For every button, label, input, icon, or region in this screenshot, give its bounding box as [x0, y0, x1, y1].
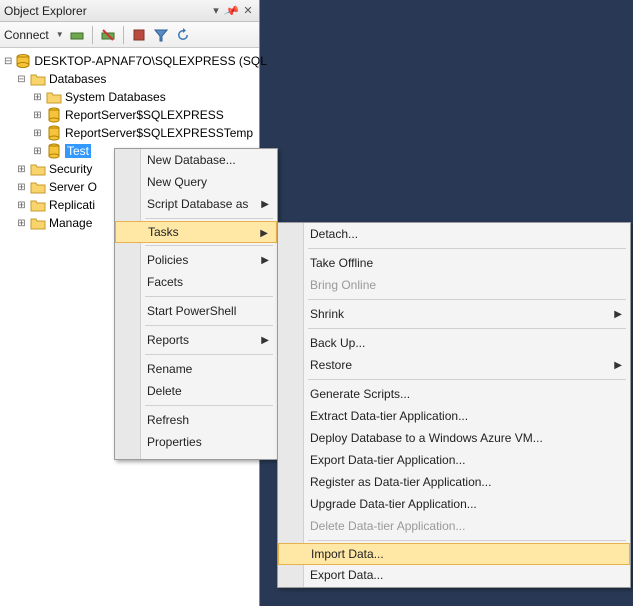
menu-separator	[308, 299, 626, 300]
folder-icon	[30, 179, 46, 195]
submenu-arrow-icon: ▶	[261, 199, 269, 210]
expand-icon[interactable]: ⊞	[32, 146, 43, 157]
database-icon	[46, 143, 62, 159]
connect-button[interactable]: Connect	[4, 28, 51, 42]
menu-backup[interactable]: Back Up...	[278, 332, 630, 354]
expand-icon[interactable]: ⊞	[16, 200, 27, 211]
menu-rename[interactable]: Rename	[115, 358, 277, 380]
expand-icon[interactable]: ⊞	[16, 218, 27, 229]
submenu-arrow-icon: ▶	[614, 309, 622, 320]
expand-icon[interactable]: ⊞	[16, 164, 27, 175]
menu-import-data[interactable]: Import Data...	[278, 543, 630, 565]
menu-script-database[interactable]: Script Database as▶	[115, 193, 277, 215]
menu-policies[interactable]: Policies▶	[115, 249, 277, 271]
menu-register-dta[interactable]: Register as Data-tier Application...	[278, 471, 630, 493]
menu-separator	[308, 540, 626, 541]
management-label: Manage	[49, 216, 92, 230]
server-label: DESKTOP-APNAF7O\SQLEXPRESS (SQL	[34, 54, 267, 68]
menu-extract-dta[interactable]: Extract Data-tier Application...	[278, 405, 630, 427]
tree-server[interactable]: ⊟ DESKTOP-APNAF7O\SQLEXPRESS (SQL	[4, 52, 259, 70]
databases-label: Databases	[49, 72, 106, 86]
disconnect-icon[interactable]	[99, 26, 117, 44]
folder-icon	[30, 161, 46, 177]
menu-separator	[145, 296, 273, 297]
context-menu-tasks: Detach... Take Offline Bring Online Shri…	[277, 222, 631, 588]
expand-icon[interactable]: ⊞	[32, 128, 43, 139]
submenu-arrow-icon: ▶	[261, 255, 269, 266]
test-db-label: Test	[65, 144, 91, 158]
menu-export-data[interactable]: Export Data...	[278, 564, 630, 586]
tree-reportserver[interactable]: ⊞ ReportServer$SQLEXPRESS	[4, 106, 259, 124]
pin-icon[interactable]: 📌	[223, 2, 241, 20]
connect-dropdown-icon[interactable]: ▼	[56, 30, 64, 39]
submenu-arrow-icon: ▶	[261, 335, 269, 346]
tree-databases[interactable]: ⊟ Databases	[4, 70, 259, 88]
dropdown-icon[interactable]: ▾	[209, 4, 223, 18]
menu-facets[interactable]: Facets	[115, 271, 277, 293]
submenu-arrow-icon: ▶	[260, 228, 268, 239]
server-icon	[15, 53, 31, 69]
submenu-arrow-icon: ▶	[614, 360, 622, 371]
folder-icon	[30, 71, 46, 87]
panel-title: Object Explorer	[4, 4, 207, 18]
collapse-icon[interactable]: ⊟	[4, 56, 12, 67]
expand-icon[interactable]: ⊞	[16, 182, 27, 193]
menu-reports[interactable]: Reports▶	[115, 329, 277, 351]
tree-reportserver-temp[interactable]: ⊞ ReportServer$SQLEXPRESSTemp	[4, 124, 259, 142]
menu-separator	[145, 354, 273, 355]
menu-separator	[145, 405, 273, 406]
menu-separator	[145, 218, 273, 219]
server-objects-label: Server O	[49, 180, 97, 194]
database-icon	[46, 125, 62, 141]
menu-new-database[interactable]: New Database...	[115, 149, 277, 171]
toolbar: Connect ▼	[0, 22, 259, 48]
menu-export-dta[interactable]: Export Data-tier Application...	[278, 449, 630, 471]
expand-icon[interactable]: ⊞	[32, 92, 43, 103]
menu-bring-online: Bring Online	[278, 274, 630, 296]
menu-separator	[145, 325, 273, 326]
menu-separator	[308, 328, 626, 329]
reportserver-label: ReportServer$SQLEXPRESS	[65, 108, 224, 122]
menu-tasks[interactable]: Tasks▶	[115, 221, 277, 243]
collapse-icon[interactable]: ⊟	[16, 74, 27, 85]
stop-icon[interactable]	[130, 26, 148, 44]
folder-icon	[46, 89, 62, 105]
context-menu-database: New Database... New Query Script Databas…	[114, 148, 278, 460]
refresh-icon[interactable]	[174, 26, 192, 44]
menu-deploy-azure[interactable]: Deploy Database to a Windows Azure VM...	[278, 427, 630, 449]
menu-refresh[interactable]: Refresh	[115, 409, 277, 431]
menu-shrink[interactable]: Shrink▶	[278, 303, 630, 325]
expand-icon[interactable]: ⊞	[32, 110, 43, 121]
menu-detach[interactable]: Detach...	[278, 223, 630, 245]
menu-separator	[308, 379, 626, 380]
connect-icon[interactable]	[68, 26, 86, 44]
menu-restore[interactable]: Restore▶	[278, 354, 630, 376]
replication-label: Replicati	[49, 198, 95, 212]
menu-new-query[interactable]: New Query	[115, 171, 277, 193]
folder-icon	[30, 197, 46, 213]
menu-start-powershell[interactable]: Start PowerShell	[115, 300, 277, 322]
reportserver-temp-label: ReportServer$SQLEXPRESSTemp	[65, 126, 253, 140]
tree-system-databases[interactable]: ⊞ System Databases	[4, 88, 259, 106]
menu-delete[interactable]: Delete	[115, 380, 277, 402]
menu-delete-dta: Delete Data-tier Application...	[278, 515, 630, 537]
menu-separator	[145, 245, 273, 246]
menu-upgrade-dta[interactable]: Upgrade Data-tier Application...	[278, 493, 630, 515]
menu-separator	[308, 248, 626, 249]
folder-icon	[30, 215, 46, 231]
menu-generate-scripts[interactable]: Generate Scripts...	[278, 383, 630, 405]
close-icon[interactable]: ✕	[241, 4, 255, 18]
menu-properties[interactable]: Properties	[115, 431, 277, 453]
filter-icon[interactable]	[152, 26, 170, 44]
system-databases-label: System Databases	[65, 90, 166, 104]
panel-header: Object Explorer ▾ 📌 ✕	[0, 0, 259, 22]
menu-take-offline[interactable]: Take Offline	[278, 252, 630, 274]
database-icon	[46, 107, 62, 123]
security-label: Security	[49, 162, 92, 176]
